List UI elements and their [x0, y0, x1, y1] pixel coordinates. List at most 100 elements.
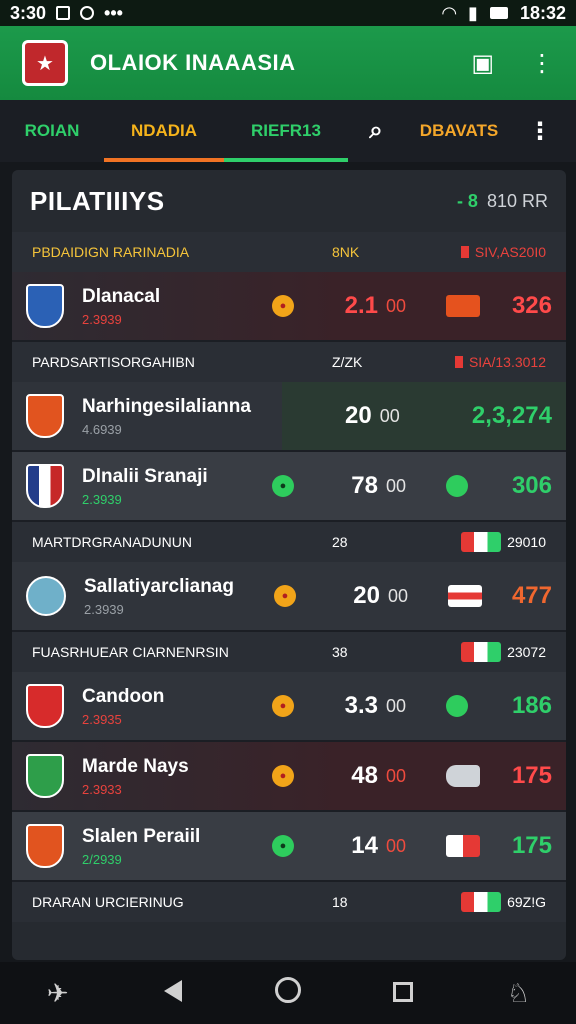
live-indicator-icon: ●	[272, 475, 294, 497]
team-info: Candoon 2.3935	[82, 686, 272, 727]
flag-icon	[461, 532, 502, 552]
league-header[interactable]: PARDSARTISORGAHIBN Z/ZK SIA/13.3012	[12, 342, 566, 382]
app-notification-icon	[80, 6, 95, 20]
team-info: Slalen Peraiil 2/2939	[82, 826, 272, 867]
chat-icon[interactable]: ▣	[471, 49, 494, 78]
league-odds: 69Z!G	[461, 892, 546, 912]
match-timer: 00	[386, 295, 407, 316]
match-value: 477	[511, 582, 552, 609]
league-header[interactable]: FUASRHUEAR CIARNENRSIN 38 23072	[12, 632, 566, 672]
live-indicator-icon: ●	[272, 835, 294, 857]
match-row[interactable]: Marde Nays 2.3933 ● 48 00 175	[12, 742, 566, 812]
app-logo-icon[interactable]: ★	[22, 40, 68, 86]
tabs-more-icon[interactable]: ⋮	[528, 117, 552, 146]
team-odds: 2.3935	[82, 711, 122, 727]
recents-button[interactable]	[373, 978, 433, 1009]
match-timer: 00	[388, 585, 409, 606]
tab-1[interactable]: ROIAN	[0, 100, 104, 162]
league-header[interactable]: MARTDRGRANADUNUN 28 29010	[12, 522, 566, 562]
matches-panel: PILATIIIYS - 8 810 RR PBDAIDIGN RARINADI…	[12, 170, 566, 960]
match-row[interactable]: Dlnalii Sranaji 2.3939 ● 78 00 306	[12, 452, 566, 522]
system-nav-bar: ✈ ♘	[0, 962, 576, 1024]
match-value: 2,3,274	[471, 402, 552, 429]
red-marker-icon	[454, 356, 463, 368]
match-score: 2.1	[344, 292, 378, 319]
team-odds: 4.6939	[82, 421, 122, 437]
status-bar: 3:30 ••• ◠ ▮ 18:32	[0, 0, 576, 26]
team-name: Dlnalii Sranaji	[82, 465, 208, 487]
tab-4[interactable]: DBAVATS	[404, 100, 514, 162]
league-name: MARTDRGRANADUNUN	[32, 534, 192, 550]
app-bar: ★ OLAIOK INAAASIA ▣ ⋮	[0, 26, 576, 100]
team-info: Marde Nays 2.3933	[82, 756, 272, 797]
league-odds: 23072	[461, 642, 546, 662]
team-name: Sallatiyarclianag	[84, 575, 234, 597]
live-indicator-icon: ●	[272, 695, 294, 717]
wifi-icon: ◠	[442, 2, 457, 23]
team-info: Dlanacal 2.3939	[82, 286, 272, 327]
team-crest-icon	[26, 284, 64, 328]
league-odds: SIA/13.3012	[454, 354, 546, 370]
match-score: 14	[351, 832, 378, 859]
match-row[interactable]: Candoon 2.3935 ● 3.3 00 186	[12, 672, 566, 742]
league-stat: 28	[332, 534, 348, 550]
match-timer: 00	[386, 765, 407, 786]
tab-bar: ROIAN NDADIA RIEFR13 ⌕ DBAVATS ⋮	[0, 100, 576, 162]
match-score: 20	[345, 402, 372, 429]
team-odds: 2.3939	[84, 601, 124, 617]
live-indicator-icon: ●	[272, 765, 294, 787]
match-value: 186	[511, 692, 552, 719]
panel-title: PILATIIIYS	[30, 185, 165, 216]
match-timer: 00	[386, 695, 407, 716]
team-name: Slalen Peraiil	[82, 825, 201, 847]
search-icon[interactable]: ⌕	[348, 100, 404, 162]
team-odds: 2.3933	[82, 781, 122, 797]
red-marker-icon	[460, 246, 469, 258]
team-odds: 2.3939	[82, 311, 122, 327]
league-stat: 8NK	[332, 244, 360, 260]
league-name: FUASRHUEAR CIARNENRSIN	[32, 644, 229, 660]
match-timer: 00	[386, 475, 407, 496]
team-crest-icon	[26, 464, 64, 508]
assistant-icon[interactable]: ♘	[488, 978, 548, 1009]
trend-badge-icon	[446, 835, 480, 857]
team-name: Narhingesilalianna	[82, 395, 251, 417]
tab-2[interactable]: NDADIA	[104, 100, 224, 162]
trend-badge-icon	[448, 585, 482, 607]
app-title: OLAIOK INAAASIA	[90, 50, 296, 75]
live-indicator-icon: ●	[274, 585, 296, 607]
match-row[interactable]: Slalen Peraiil 2/2939 ● 14 00 175	[12, 812, 566, 882]
league-header[interactable]: DRARAN URCIERINUG 18 69Z!G	[12, 882, 566, 922]
team-info: Dlnalii Sranaji 2.3939	[82, 466, 272, 507]
team-crest-icon	[26, 824, 64, 868]
league-header[interactable]: PBDAIDIGN RARINADIA 8NK SIV,AS20I0	[12, 232, 566, 272]
app-shortcut-icon[interactable]: ✈	[28, 978, 88, 1009]
match-score: 78	[351, 472, 378, 499]
overflow-menu-icon[interactable]: ⋮	[530, 49, 554, 78]
more-notifications-icon: •••	[104, 2, 123, 23]
panel-header: PILATIIIYS - 8 810 RR	[12, 170, 566, 232]
match-row[interactable]: Dlanacal 2.3939 ● 2.1 00 326	[12, 272, 566, 342]
status-clock: 18:32	[519, 2, 566, 23]
league-name: PARDSARTISORGAHIBN	[32, 354, 195, 370]
league-odds: 29010	[461, 532, 546, 552]
team-crest-icon	[26, 754, 64, 798]
match-timer: 00	[379, 405, 400, 426]
match-score: 20	[353, 582, 380, 609]
match-row[interactable]: Narhingesilalianna 4.6939 20 00 2,3,274	[12, 382, 566, 452]
trend-badge-icon	[446, 475, 468, 497]
match-value: 306	[511, 472, 552, 499]
home-button[interactable]	[258, 976, 318, 1010]
team-crest-icon	[26, 576, 66, 616]
live-indicator-icon: ●	[272, 295, 294, 317]
team-crest-icon	[26, 684, 64, 728]
league-odds: SIV,AS20I0	[460, 244, 546, 260]
tab-3[interactable]: RIEFR13	[224, 100, 348, 162]
trend-badge-icon	[446, 765, 480, 787]
team-info: Sallatiyarclianag 2.3939	[84, 576, 274, 617]
back-button[interactable]	[143, 978, 203, 1009]
signal-icon: ▮	[468, 2, 478, 23]
match-value: 175	[511, 762, 552, 789]
league-name: PBDAIDIGN RARINADIA	[32, 244, 190, 260]
match-row[interactable]: Sallatiyarclianag 2.3939 ● 20 00 477	[12, 562, 566, 632]
